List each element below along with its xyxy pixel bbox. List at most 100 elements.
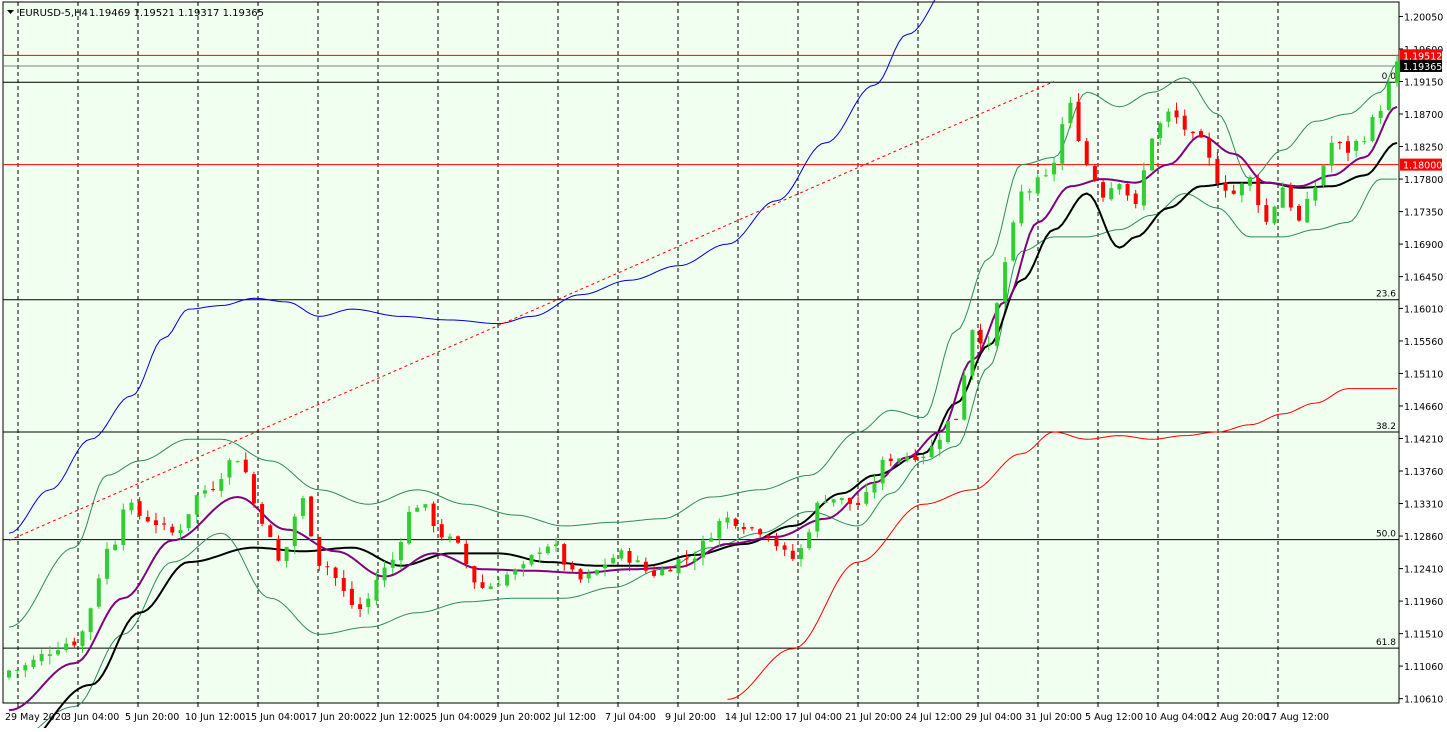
candle-body [709, 538, 714, 542]
fib-level-label: 38.2 [1376, 422, 1396, 432]
candle-body [815, 502, 820, 532]
candle-body [1150, 138, 1155, 171]
candle-body [1084, 141, 1089, 165]
price-chart[interactable]: 0.023.638.250.061.8 29 May 20203 Jun 04:… [0, 0, 1447, 732]
candle-body [194, 495, 199, 515]
candle-body [104, 548, 109, 579]
x-tick-label: 25 Jun 04:00 [425, 712, 485, 723]
candle-body [268, 525, 273, 538]
candle-body [1272, 206, 1277, 224]
x-tick-label: 3 Jun 04:00 [65, 712, 119, 723]
candle-body [774, 536, 779, 547]
candle-body [831, 499, 836, 503]
candle-body [578, 569, 583, 580]
candle-body [913, 454, 918, 460]
price-label-text: 1.19365 [1403, 62, 1442, 73]
candle-body [447, 536, 452, 539]
candle-body [1354, 140, 1359, 151]
candle-body [64, 643, 69, 650]
candle-body [170, 526, 175, 533]
candle-body [1076, 101, 1081, 141]
candle-body [1109, 188, 1114, 200]
candle-body [505, 574, 510, 586]
candle-body [847, 497, 852, 504]
y-tick-label: 1.19150 [1404, 77, 1443, 88]
x-tick-label: 21 Jul 20:00 [845, 712, 902, 723]
candle-body [856, 502, 861, 506]
candle-body [1199, 131, 1204, 138]
candle-body [1297, 205, 1302, 221]
candle-body [888, 458, 893, 462]
candle-body [456, 536, 461, 543]
y-tick-label: 1.10610 [1404, 695, 1443, 706]
candle-body [1043, 175, 1048, 177]
candle-body [1158, 123, 1163, 138]
x-tick-label: 9 Jul 20:00 [665, 712, 716, 723]
candle-body [1223, 182, 1228, 191]
y-tick-label: 1.16450 [1404, 273, 1443, 284]
y-tick-label: 1.18700 [1404, 110, 1443, 121]
candle-body [47, 654, 52, 656]
y-tick-label: 1.14210 [1404, 434, 1443, 445]
candle-body [88, 608, 93, 633]
x-tick-label: 14 Jul 12:00 [725, 712, 782, 723]
candle-body [962, 375, 967, 420]
candle-body [439, 524, 444, 538]
candle-body [717, 521, 722, 539]
candle-body [554, 544, 559, 547]
candle-body [545, 546, 550, 554]
y-tick-label: 1.16900 [1404, 240, 1443, 251]
candle-body [121, 509, 126, 545]
candle-body [1256, 177, 1261, 206]
candle-body [978, 329, 983, 344]
candle-body [113, 544, 118, 551]
candle-body [137, 501, 142, 516]
x-tick-label: 2 Jul 12:00 [545, 712, 596, 723]
candle-body [619, 550, 624, 559]
candle-body [782, 545, 787, 550]
candle-body [668, 569, 673, 572]
candle-body [864, 491, 869, 504]
candle-body [684, 558, 689, 560]
candle-body [1346, 141, 1351, 153]
candle-body [284, 546, 289, 562]
candle-body [1329, 142, 1334, 166]
candle-body [586, 573, 591, 579]
candle-body [692, 558, 697, 562]
x-tick-label: 29 May 2020 [5, 712, 67, 723]
candle-body [954, 418, 959, 420]
price-label: 1.18000 [1400, 158, 1442, 172]
candle-body [235, 461, 240, 463]
candle-body [1011, 222, 1016, 261]
candle-body [537, 552, 542, 554]
candle-body [219, 479, 224, 491]
fib-level-label: 61.8 [1376, 638, 1396, 648]
candle-body [513, 570, 518, 575]
candle-body [145, 516, 150, 522]
candle-body [7, 670, 11, 678]
y-tick-label: 1.12410 [1404, 565, 1443, 576]
candle-body [488, 586, 493, 590]
candle-body [937, 439, 942, 449]
candle-body [186, 514, 191, 529]
candle-body [80, 631, 85, 647]
candle-body [1117, 184, 1122, 190]
candle-body [300, 498, 305, 516]
x-tick-label: 10 Aug 04:00 [1145, 712, 1209, 723]
candle-body [431, 503, 436, 526]
candle-body [970, 330, 975, 376]
fib-level-label: 23.6 [1376, 290, 1396, 300]
y-tick-label: 1.11960 [1404, 597, 1443, 608]
candle-body [1321, 165, 1326, 186]
candle-body [994, 303, 999, 346]
candle-body [382, 567, 387, 581]
candle-body [872, 483, 877, 493]
candle-body [749, 527, 754, 529]
chart-ohlc-values: 1.19469 1.19521 1.19317 1.19365 [89, 8, 264, 19]
candle-body [798, 548, 803, 560]
candle-body [366, 598, 371, 607]
candle-body [1386, 83, 1391, 110]
y-tick-label: 1.11510 [1404, 630, 1443, 641]
candle-body [741, 526, 746, 530]
candle-body [1288, 185, 1293, 208]
